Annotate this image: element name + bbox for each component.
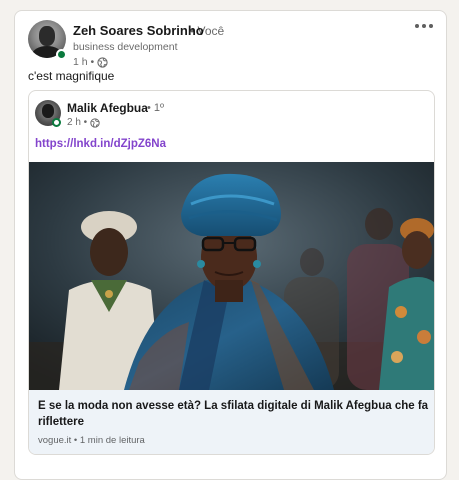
shared-author-name[interactable]: Malik Afegbua	[67, 101, 148, 115]
globe-icon	[97, 56, 108, 68]
article-meta: vogue.it • 1 min de leitura	[38, 435, 145, 446]
dot-icon	[415, 24, 419, 28]
avatar-face	[39, 26, 55, 46]
author-relation: • Você	[190, 24, 225, 38]
post-commentary: c'est magnifique	[28, 69, 115, 83]
dot-icon	[429, 24, 433, 28]
post-header: Zeh Soares Sobrinho • Você business deve…	[28, 20, 428, 75]
dot-icon	[422, 24, 426, 28]
author-name[interactable]: Zeh Soares Sobrinho	[73, 23, 204, 38]
presence-ring-icon	[52, 118, 61, 127]
article-footer[interactable]: E se la moda non avesse età? La sfilata …	[29, 390, 434, 454]
post-meta: 1 h •	[73, 56, 108, 68]
shared-link[interactable]: https://lnkd.in/dZjpZ6Na	[35, 138, 166, 150]
avatar-face	[42, 104, 54, 118]
article-title[interactable]: E se la moda non avesse età? La sfilata …	[38, 398, 430, 430]
shared-post-meta: 2 h •	[67, 117, 100, 128]
more-options-button[interactable]	[411, 18, 437, 34]
presence-indicator-icon	[56, 49, 67, 60]
globe-icon	[90, 117, 100, 128]
shared-post-time: 2 h •	[67, 117, 88, 128]
post-time: 1 h •	[73, 56, 95, 68]
article-image[interactable]	[29, 162, 434, 390]
author-headline: business development	[73, 41, 178, 53]
shared-author-relation: • 1º	[147, 102, 165, 114]
article-source: vogue.it	[38, 435, 72, 446]
article-read-time: • 1 min de leitura	[73, 435, 145, 446]
shared-post[interactable]: Malik Afegbua • 1º 2 h • https://lnkd.in…	[28, 90, 435, 455]
